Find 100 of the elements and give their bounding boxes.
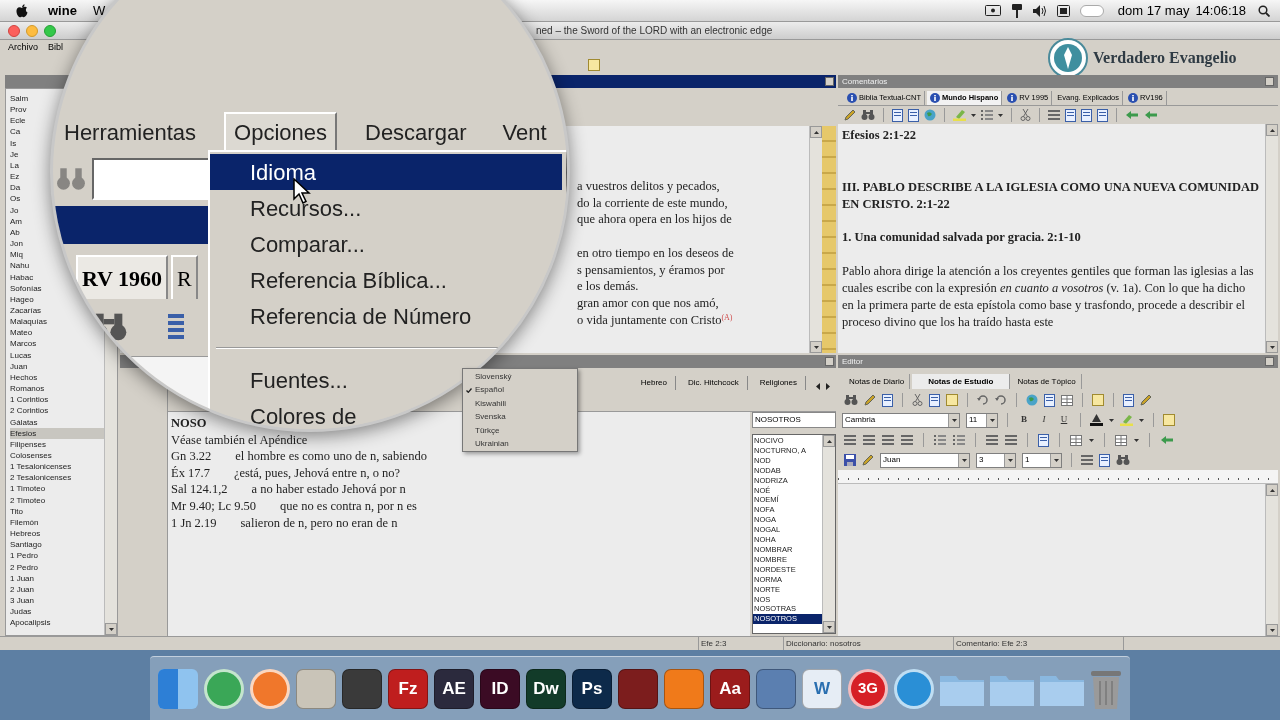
bible-tab[interactable]: R bbox=[171, 255, 198, 299]
search-field[interactable]: NOSOTROS bbox=[752, 412, 836, 428]
book-item[interactable]: 2 Timoteo bbox=[10, 494, 46, 506]
language-item[interactable]: Türkçe bbox=[463, 424, 577, 438]
book-item[interactable]: Ca bbox=[10, 126, 21, 138]
book-item[interactable]: Zacarías bbox=[10, 304, 42, 317]
entry-note: Véase también el Apéndice bbox=[171, 431, 308, 449]
book-item[interactable]: Colosenses bbox=[10, 450, 52, 462]
verse-reference[interactable]: Gn 3.22 bbox=[171, 448, 212, 465]
book-item[interactable]: Filipenses bbox=[10, 438, 46, 450]
book-item[interactable]: Apocalipsis bbox=[10, 617, 51, 629]
entry-text: a no haber estado Jehová por n bbox=[251, 481, 406, 498]
book-item[interactable]: Lucas bbox=[10, 349, 32, 361]
book-item[interactable]: Am bbox=[10, 215, 22, 227]
app-icon[interactable]: ID bbox=[480, 668, 520, 709]
menu-item[interactable]: Descargar bbox=[357, 112, 475, 152]
book-item[interactable]: Gálatas bbox=[10, 416, 38, 428]
book-item[interactable]: Romanos bbox=[10, 383, 45, 395]
book-item[interactable]: Mateo bbox=[10, 327, 33, 339]
verse-reference[interactable]: Sal 124.1,2 bbox=[171, 481, 228, 498]
menu-item[interactable]: Archivo bbox=[8, 40, 38, 55]
book-item[interactable]: 1 Timoteo bbox=[10, 483, 46, 495]
book-item[interactable]: Marcos bbox=[10, 338, 37, 350]
book-item[interactable]: Ab bbox=[10, 226, 20, 239]
menu-item[interactable]: Comparar... bbox=[210, 226, 562, 262]
book-item[interactable]: 2 Corintios bbox=[10, 405, 49, 417]
app-icon[interactable]: W bbox=[802, 668, 842, 709]
book-item[interactable]: Is bbox=[10, 137, 17, 149]
dropdown[interactable]: 3 bbox=[976, 452, 1016, 468]
book-item[interactable]: 1 Corintios bbox=[10, 394, 49, 406]
book-item[interactable]: Hechos bbox=[10, 371, 38, 384]
app-icon[interactable]: Ps bbox=[572, 668, 612, 709]
book-item[interactable]: Os bbox=[10, 193, 21, 205]
app-icon[interactable]: Aa bbox=[710, 668, 750, 709]
book-item[interactable]: 2 Pedro bbox=[10, 561, 39, 573]
book-item[interactable]: 3 Juan bbox=[10, 595, 35, 607]
book-item[interactable]: Sofonías bbox=[10, 282, 42, 294]
format-button[interactable]: I bbox=[1037, 413, 1051, 427]
book-item[interactable]: Je bbox=[10, 148, 19, 160]
book-item[interactable]: Hageo bbox=[10, 293, 34, 305]
entry-text: ¿está, pues, Jehová entre n, o no? bbox=[233, 464, 401, 482]
language-item[interactable]: Slovenský bbox=[463, 370, 577, 384]
language-item[interactable]: Español bbox=[463, 383, 577, 397]
language-item[interactable]: Kiswahili bbox=[463, 397, 577, 411]
book-item[interactable]: Efesios bbox=[10, 427, 104, 439]
app-icon[interactable]: 3G bbox=[848, 668, 888, 709]
book-item[interactable]: Filemón bbox=[10, 516, 39, 529]
book-item[interactable]: Hebreos bbox=[10, 528, 41, 540]
verse-line: que ahora opera en los hijos de bbox=[577, 211, 733, 229]
book-item[interactable]: Nahu bbox=[10, 260, 30, 272]
book-item[interactable]: Jon bbox=[10, 238, 23, 250]
editor-tab[interactable]: Notas de Estudio bbox=[912, 374, 1011, 389]
book-item[interactable]: Prov bbox=[10, 104, 27, 116]
menu-item[interactable]: Idioma bbox=[210, 154, 562, 190]
book-item[interactable]: Miq bbox=[10, 249, 23, 261]
book-item[interactable]: 2 Tesalonicenses bbox=[10, 472, 72, 484]
book-item[interactable]: Salm bbox=[10, 93, 29, 105]
menu-item[interactable]: Referencia Bíblica... bbox=[210, 262, 562, 298]
panel-title: Comentarios bbox=[842, 75, 888, 88]
verse-reference[interactable]: Éx 17.7 bbox=[171, 464, 210, 482]
verse-reference[interactable]: Mr 9.40; Lc 9.50 bbox=[171, 497, 257, 515]
language-item[interactable]: Svenska bbox=[463, 410, 577, 424]
dropdown[interactable]: Cambria bbox=[842, 412, 960, 428]
menu-item[interactable]: Vent bbox=[494, 112, 555, 152]
book-item[interactable]: Habac bbox=[10, 271, 34, 283]
verse-reference[interactable]: 1 Jn 2.19 bbox=[171, 514, 217, 532]
format-button[interactable]: B bbox=[1017, 413, 1031, 427]
book-item[interactable]: Ez bbox=[10, 171, 20, 183]
book-item[interactable]: 2 Juan bbox=[10, 583, 35, 596]
commentary-paragraph: Pablo ahora dirige la atención a los creyentes gentiles que forman las iglesias a las cuales escribe con la expresión en cuanto a vosotros (v. 1a). Con lo que ha dicho en la primera parte de esta epístola como base y trasfondo, procede a describir el proceso divino que los ha traído hasta este bbox=[842, 263, 1255, 331]
app-icon[interactable]: Dw bbox=[526, 668, 566, 709]
dropdown[interactable]: 1 bbox=[1022, 452, 1062, 468]
book-item[interactable]: Judas bbox=[10, 606, 32, 618]
book-item[interactable]: 1 Tesalonicenses bbox=[10, 461, 72, 473]
format-button[interactable]: U bbox=[1057, 413, 1071, 427]
dropdown[interactable]: Juan bbox=[880, 452, 970, 468]
book-item[interactable]: Malaquías bbox=[10, 316, 47, 328]
book-item[interactable]: Santiago bbox=[10, 539, 42, 551]
book-item[interactable]: 1 Juan bbox=[10, 572, 35, 584]
bible-tab[interactable]: RV 1960 bbox=[76, 255, 169, 299]
entry-text: salieron de n, pero no eran de n bbox=[240, 514, 398, 532]
verse-line: a vuestros delitos y pecados, bbox=[577, 178, 721, 195]
book-item[interactable]: Jo bbox=[10, 204, 19, 216]
app-icon[interactable]: Fz bbox=[388, 668, 428, 709]
book-item[interactable]: Ecle bbox=[10, 115, 26, 127]
book-item[interactable]: Tito bbox=[10, 505, 24, 517]
language-item[interactable]: Ukrainian bbox=[463, 437, 577, 451]
book-item[interactable]: Da bbox=[10, 182, 21, 194]
menu-item[interactable]: Referencia de Número bbox=[210, 298, 562, 334]
menu-item[interactable]: Herramientas bbox=[56, 112, 205, 152]
book-item[interactable]: Juan bbox=[10, 360, 28, 372]
verse-line: gran amor con que nos amó, bbox=[577, 294, 720, 312]
book-item[interactable]: La bbox=[10, 159, 19, 172]
dropdown[interactable]: 11 bbox=[966, 412, 998, 428]
app-icon[interactable]: AE bbox=[434, 668, 474, 709]
status-field: Efe 2:3 bbox=[698, 637, 783, 650]
book-item[interactable]: 1 Pedro bbox=[10, 550, 39, 562]
menu-item[interactable]: Opciones bbox=[224, 112, 337, 152]
menu-item[interactable]: Recursos... bbox=[210, 190, 562, 226]
entry-text: el hombre es como uno de n, sabiendo bbox=[235, 448, 427, 465]
